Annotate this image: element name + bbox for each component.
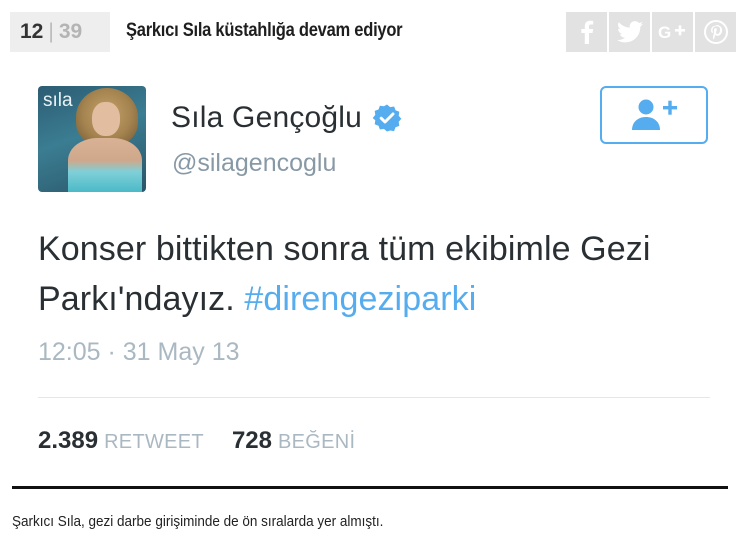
facebook-icon — [580, 20, 593, 44]
tweet-divider — [38, 397, 710, 398]
google-plus-share-button[interactable]: G — [652, 12, 693, 52]
like-label[interactable]: BEĞENİ — [278, 431, 355, 454]
avatar-body — [68, 138, 142, 192]
tweet-stats: 2.389 RETWEET 728 BEĞENİ — [38, 427, 355, 455]
caption-divider — [12, 486, 728, 489]
svg-text:G: G — [658, 23, 671, 42]
add-user-icon — [632, 99, 677, 130]
like-count[interactable]: 728 — [232, 427, 272, 455]
tweet-author-handle[interactable]: @silagencoglu — [172, 149, 336, 178]
page-title: Şarkıcı Sıla küstahlığa devam ediyor — [126, 20, 403, 41]
retweet-label[interactable]: RETWEET — [104, 431, 204, 454]
hashtag-link[interactable]: #direngeziparki — [244, 280, 476, 318]
follow-button[interactable] — [600, 86, 708, 144]
gallery-current-index: 12 — [20, 20, 44, 43]
facebook-share-button[interactable] — [566, 12, 607, 52]
tweet-timestamp[interactable]: 12:05 · 31 May 13 — [38, 338, 240, 367]
gallery-counter: 12 | 39 — [10, 12, 110, 52]
pinterest-icon — [703, 20, 728, 44]
avatar-face — [92, 102, 120, 136]
tweet-author-name[interactable]: Sıla Gençoğlu — [171, 101, 362, 135]
counter-separator: | — [48, 20, 54, 43]
pinterest-share-button[interactable] — [695, 12, 736, 52]
tweet-author: Sıla Gençoğlu — [171, 101, 402, 135]
avatar-brand-text: sıla — [43, 90, 73, 111]
tweet-text: Konser bittikten sonra tüm ekibimle Gezi… — [38, 224, 718, 324]
image-caption: Şarkıcı Sıla, gezi darbe girişiminde de … — [12, 513, 384, 530]
article-header: 12 | 39 Şarkıcı Sıla küstahlığa devam ed… — [0, 0, 740, 68]
verified-badge-icon — [372, 104, 402, 132]
gallery-total-count: 39 — [58, 20, 83, 43]
google-plus-icon: G — [658, 23, 685, 42]
twitter-icon — [616, 21, 643, 43]
retweet-count[interactable]: 2.389 — [38, 427, 98, 455]
twitter-share-button[interactable] — [609, 12, 650, 52]
avatar[interactable]: sıla — [38, 86, 146, 192]
